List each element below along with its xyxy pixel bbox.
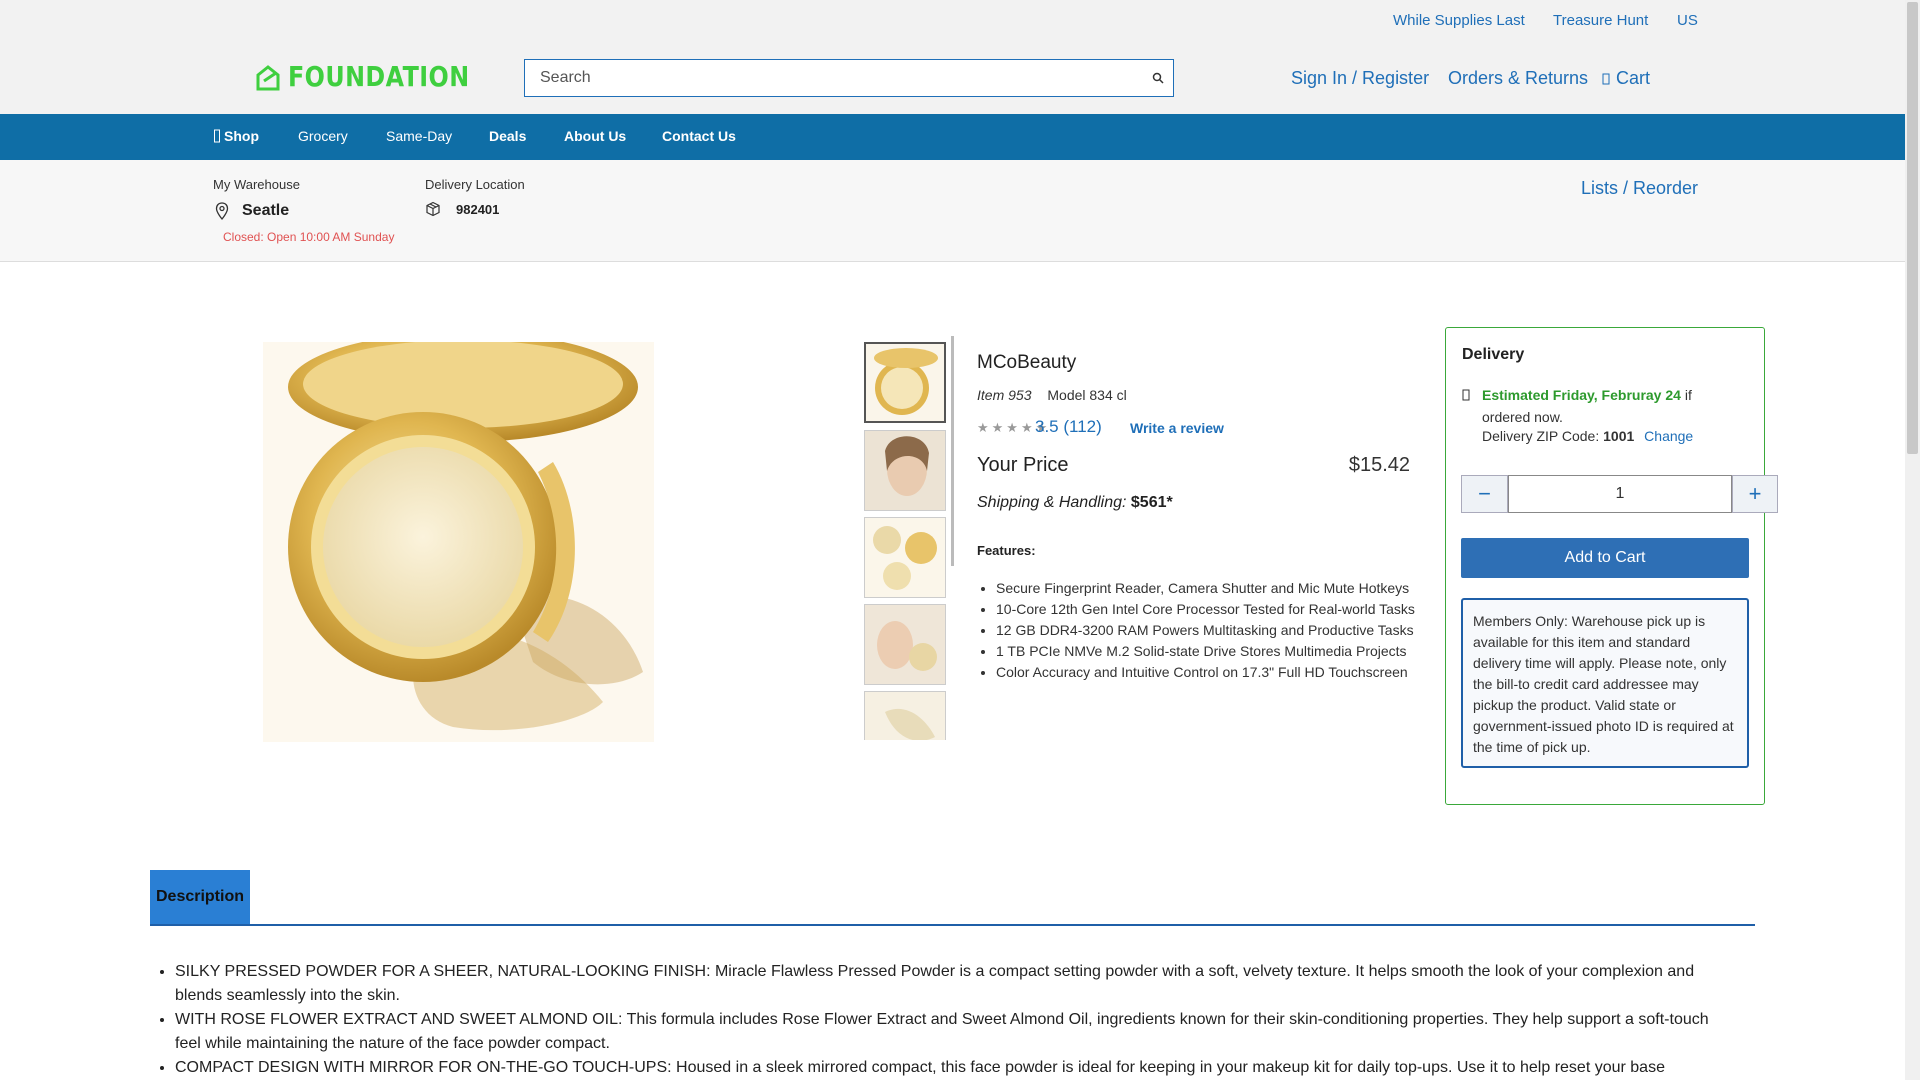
while-supplies-last-link[interactable]: While Supplies Last	[1393, 12, 1525, 29]
product-brand: MCoBeauty	[977, 352, 1077, 373]
quantity-input[interactable]	[1508, 475, 1732, 513]
description-list: SILKY PRESSED POWDER FOR A SHEER, NATURA…	[175, 960, 1735, 1080]
description-item: WITH ROSE FLOWER EXTRACT AND SWEET ALMON…	[175, 1008, 1735, 1056]
my-warehouse-label: My Warehouse	[213, 177, 300, 192]
item-model-line: Item 953 Model 834 cl	[977, 387, 1127, 403]
rating-summary-link[interactable]: 3.5 (112)	[1035, 417, 1102, 437]
package-icon[interactable]	[425, 201, 441, 217]
search-input[interactable]	[525, 60, 1143, 96]
delivery-zip[interactable]: 982401	[456, 202, 499, 217]
warehouse-status: Closed: Open 10:00 AM Sunday	[223, 230, 395, 244]
delivery-estimate-date: Estimated Friday, Februray 24	[1482, 387, 1681, 403]
nav-item-contact-us[interactable]: Contact Us	[662, 128, 736, 144]
lists-reorder-link[interactable]: Lists / Reorder	[1581, 178, 1698, 199]
feature-item: 10-Core 12th Gen Intel Core Processor Te…	[996, 599, 1415, 620]
quantity-increase-button[interactable]: +	[1732, 475, 1778, 513]
price-label: Your Price	[977, 454, 1069, 476]
nav-item-shop[interactable]: Shop	[214, 128, 259, 144]
delivery-estimate: Estimated Friday, Februray 24 if ordered…	[1482, 384, 1742, 428]
main-nav: Shop Grocery Same-Day Deals About Us Con…	[0, 114, 1905, 160]
price-value: $15.42	[1348, 454, 1410, 476]
nav-item-grocery[interactable]: Grocery	[298, 128, 348, 144]
nav-item-deals[interactable]: Deals	[489, 128, 526, 144]
shipping-label: Shipping & Handling:	[977, 494, 1127, 511]
warehouse-bar: My Warehouse Seatle Closed: Open 10:00 A…	[0, 160, 1905, 262]
members-only-note: Members Only: Warehouse pick up is avail…	[1461, 598, 1749, 768]
page-scrollbar[interactable]	[1905, 0, 1920, 1080]
product-page: While Supplies Last Treasure Hunt US FOU…	[0, 0, 1920, 1080]
warehouse-city[interactable]: Seatle	[242, 202, 289, 220]
sign-in-register-link[interactable]: Sign In / Register	[1291, 68, 1429, 89]
thumbnail-5[interactable]	[864, 691, 946, 740]
tab-description[interactable]: Description	[150, 870, 250, 924]
search-icon[interactable]	[1143, 60, 1173, 96]
delivery-panel: Delivery Estimated Friday, Februray 24 i…	[1445, 327, 1778, 805]
treasure-hunt-link[interactable]: Treasure Hunt	[1553, 12, 1648, 29]
write-review-link[interactable]: Write a review	[1130, 420, 1224, 436]
tab-divider	[150, 924, 1755, 926]
search-bar	[524, 59, 1174, 97]
shipping-value: $561*	[1130, 494, 1173, 511]
thumbnail-2[interactable]	[864, 430, 946, 511]
nav-item-about-us[interactable]: About Us	[564, 128, 626, 144]
delivery-location-label: Delivery Location	[425, 177, 525, 192]
feature-item: 12 GB DDR4-3200 RAM Powers Multitasking …	[996, 620, 1415, 641]
features-list: Secure Fingerprint Reader, Camera Shutte…	[996, 578, 1415, 683]
location-pin-icon[interactable]	[215, 202, 229, 220]
item-number: Item 953	[977, 387, 1032, 403]
site-logo[interactable]: FOUNDATION	[254, 60, 502, 93]
add-to-cart-button[interactable]: Add to Cart	[1461, 538, 1749, 578]
thumbnail-list	[864, 340, 954, 740]
delivery-zip-line: Delivery ZIP Code: 1001 Change	[1482, 428, 1693, 444]
cart-link[interactable]: Cart	[1602, 68, 1650, 89]
country-selector-link[interactable]: US	[1677, 12, 1698, 29]
nav-item-same-day[interactable]: Same-Day	[386, 128, 452, 144]
model-number: Model 834 cl	[1047, 387, 1127, 403]
shipping-line: Shipping & Handling: $561*	[977, 494, 1173, 512]
feature-item: Secure Fingerprint Reader, Camera Shutte…	[996, 578, 1415, 599]
description-item: COMPACT DESIGN WITH MIRROR FOR ON-THE-GO…	[175, 1056, 1735, 1080]
feature-item: 1 TB PCIe NMVe M.2 Solid-state Drive Sto…	[996, 641, 1415, 662]
quantity-decrease-button[interactable]: −	[1461, 475, 1508, 513]
truck-icon	[1462, 389, 1470, 401]
thumbnail-scrollbar[interactable]	[951, 336, 954, 566]
logo-icon	[256, 64, 280, 90]
change-zip-link[interactable]: Change	[1644, 428, 1693, 444]
feature-item: Color Accuracy and Intuitive Control on …	[996, 662, 1415, 683]
description-item: SILKY PRESSED POWDER FOR A SHEER, NATURA…	[175, 960, 1735, 1008]
main-product-image[interactable]	[263, 342, 654, 742]
site-header: While Supplies Last Treasure Hunt US FOU…	[0, 0, 1905, 114]
logo-text: FOUNDATION	[288, 60, 470, 93]
menu-icon	[214, 129, 220, 143]
delivery-zip-code: 1001	[1603, 428, 1635, 444]
thumbnail-4[interactable]	[864, 604, 946, 685]
cart-label: Cart	[1616, 68, 1651, 88]
delivery-title: Delivery	[1462, 346, 1525, 363]
nav-item-shop-label: Shop	[224, 128, 259, 144]
page-scrollbar-thumb[interactable]	[1907, 2, 1918, 454]
thumbnail-1[interactable]	[864, 342, 946, 423]
orders-returns-link[interactable]: Orders & Returns	[1448, 68, 1588, 89]
features-label: Features:	[977, 543, 1036, 558]
delivery-zip-label: Delivery ZIP Code:	[1482, 428, 1604, 444]
cart-icon	[1602, 73, 1610, 84]
thumbnail-3[interactable]	[864, 517, 946, 598]
